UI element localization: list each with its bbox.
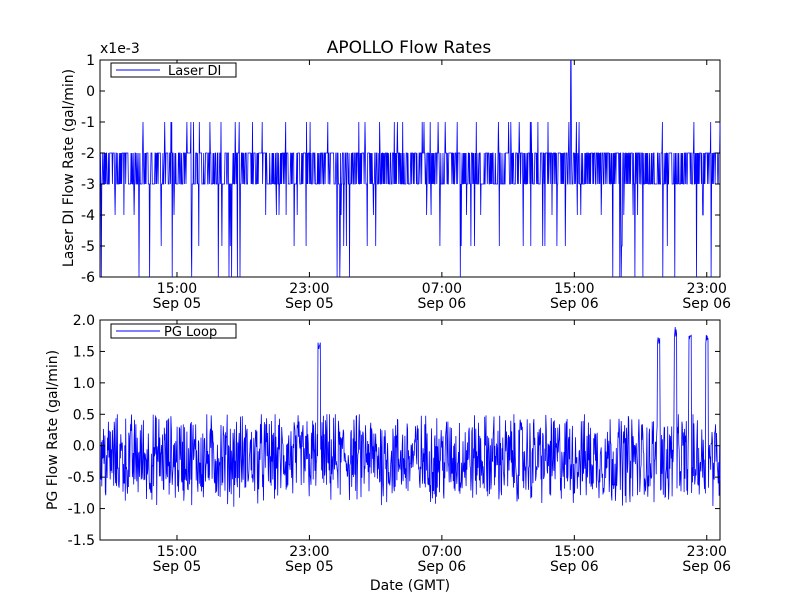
ytick-label: -1: [81, 115, 95, 131]
xtick-date-label: Sep 06: [418, 559, 467, 575]
xtick-time-label: 07:00: [422, 281, 462, 297]
chart-title: APOLLO Flow Rates: [327, 38, 492, 58]
xtick-date-label: Sep 06: [550, 296, 599, 312]
ytick-label: 1.5: [73, 344, 95, 360]
pg-loop-legend-label: PG Loop: [164, 325, 217, 340]
ytick-label: 0.0: [73, 439, 95, 455]
laser-di-ylabel: Laser DI Flow Rate (gal/min): [61, 69, 77, 267]
pg-loop-ylabel: PG Flow Rate (gal/min): [45, 350, 61, 510]
ytick-label: -0.5: [68, 470, 95, 486]
ytick-label: -1.5: [68, 533, 95, 549]
pg-loop-legend: PG Loop: [110, 323, 237, 340]
xtick-date-label: Sep 05: [153, 296, 202, 312]
xtick-date-label: Sep 06: [682, 296, 731, 312]
ytick-label: -5: [81, 239, 95, 255]
ytick-label: -6: [81, 270, 95, 286]
laser-di-legend-label: Laser DI: [168, 64, 221, 79]
xtick-time-label: 15:00: [554, 281, 594, 297]
ytick-label: -2: [81, 146, 95, 162]
xtick-time-label: 15:00: [157, 281, 197, 297]
ytick-label: 1: [86, 53, 95, 69]
xtick-time-label: 07:00: [422, 544, 462, 560]
laser-di-legend: Laser DI: [110, 62, 237, 79]
ytick-label: 0.5: [73, 407, 95, 423]
ytick-label: 1.0: [73, 376, 95, 392]
figure: APOLLO Flow Rates x1e-3 1 0 -1 -2 -3 -4 -5 -6 1…: [45, 38, 731, 594]
xtick-date-label: Sep 06: [550, 559, 599, 575]
xtick-time-label: 15:00: [157, 544, 197, 560]
xtick-time-label: 23:00: [289, 544, 329, 560]
xtick-date-label: Sep 05: [153, 559, 202, 575]
ytick-label: 2.0: [73, 313, 95, 329]
xtick-date-label: Sep 06: [682, 559, 731, 575]
pg-loop-axes: 2.01.51.00.50.0-0.5-1.0-1.5 15:00Sep 052…: [45, 313, 731, 594]
xtick-time-label: 23:00: [687, 281, 727, 297]
laser-di-axes: 10-1-2-3-4-5-6 15:00Sep 0523:00Sep 0507:…: [61, 53, 731, 312]
xtick-time-label: 23:00: [687, 544, 727, 560]
ytick-label: -1.0: [68, 502, 95, 518]
xtick-date-label: Sep 05: [285, 296, 334, 312]
xtick-date-label: Sep 06: [418, 296, 467, 312]
pg-loop-xlabel: Date (GMT): [370, 578, 450, 594]
xtick-date-label: Sep 05: [285, 559, 334, 575]
top-y-scale-note: x1e-3: [100, 41, 140, 57]
xtick-time-label: 23:00: [289, 281, 329, 297]
ytick-label: 0: [86, 84, 95, 100]
ytick-label: -4: [81, 208, 95, 224]
xtick-time-label: 15:00: [554, 544, 594, 560]
ytick-label: -3: [81, 177, 95, 193]
